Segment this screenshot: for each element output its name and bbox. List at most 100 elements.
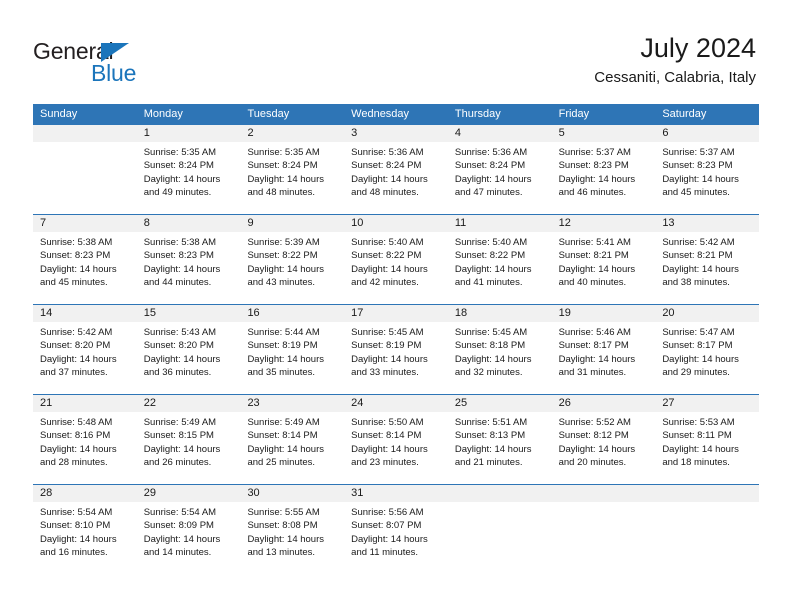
day-detail-line: and 45 minutes.	[662, 187, 730, 199]
day-cell[interactable]: 31 Sunrise: 5:56 AM Sunset: 8:07 PM Dayligh…	[344, 485, 448, 574]
day-detail-line: Sunrise: 5:47 AM	[662, 327, 735, 338]
day-details: Sunrise: 5:54 AM Sunset: 8:09 PM Daylight:…	[137, 502, 241, 560]
day-detail-line: Sunset: 8:16 PM	[40, 430, 111, 442]
day-details: Sunrise: 5:42 AM Sunset: 8:21 PM Daylight:…	[655, 232, 759, 290]
day-detail-line: Sunset: 8:07 PM	[351, 520, 422, 532]
day-cell[interactable]: 3 Sunrise: 5:36 AM Sunset: 8:24 PM Daylight…	[344, 125, 448, 214]
day-cell[interactable]: 2 Sunrise: 5:35 AM Sunset: 8:24 PM Daylight…	[240, 125, 345, 214]
day-detail-line: and 32 minutes.	[454, 367, 523, 379]
day-detail-line: Daylight: 14 hours	[143, 173, 221, 185]
day-detail-line: Sunrise: 5:48 AM	[40, 417, 113, 428]
day-detail-line: Sunset: 8:17 PM	[662, 340, 733, 352]
day-details	[33, 142, 137, 146]
day-cell[interactable]: 28 Sunrise: 5:54 AM Sunset: 8:10 PM Dayligh…	[33, 485, 137, 574]
day-cell[interactable]: 23 Sunrise: 5:49 AM Sunset: 8:14 PM Dayligh…	[240, 395, 345, 484]
day-cell[interactable]: 11 Sunrise: 5:40 AM Sunset: 8:22 PM Dayligh…	[447, 215, 552, 304]
day-detail-line: Sunset: 8:21 PM	[662, 250, 733, 262]
day-detail-line: and 18 minutes.	[662, 457, 730, 469]
page-subtitle: Cessaniti, Calabria, Italy	[594, 69, 756, 86]
day-detail-line: Sunrise: 5:37 AM	[662, 147, 735, 158]
day-detail-line: Sunrise: 5:40 AM	[351, 237, 424, 248]
day-details: Sunrise: 5:44 AM Sunset: 8:19 PM Daylight:…	[240, 322, 344, 380]
day-detail-line: Sunset: 8:23 PM	[662, 160, 733, 172]
day-detail-line: Sunset: 8:10 PM	[40, 520, 111, 532]
day-number: 11	[447, 215, 552, 232]
day-cell[interactable]: 4 Sunrise: 5:36 AM Sunset: 8:24 PM Daylight…	[447, 125, 552, 214]
day-number	[33, 125, 137, 142]
day-cell-empty	[447, 485, 552, 574]
weekday-header-friday: Friday	[558, 108, 590, 120]
day-cell[interactable]: 9 Sunrise: 5:39 AM Sunset: 8:22 PM Daylight…	[240, 215, 345, 304]
day-cell[interactable]: 1 Sunrise: 5:35 AM Sunset: 8:24 PM Daylight…	[136, 125, 241, 214]
day-details: Sunrise: 5:40 AM Sunset: 8:22 PM Daylight:…	[344, 232, 448, 290]
day-cell[interactable]: 14 Sunrise: 5:42 AM Sunset: 8:20 PM Dayligh…	[33, 305, 137, 394]
weekday-header-monday: Monday	[143, 108, 183, 120]
day-cell[interactable]: 16 Sunrise: 5:44 AM Sunset: 8:19 PM Dayligh…	[240, 305, 345, 394]
day-detail-line: and 14 minutes.	[143, 547, 212, 559]
day-cell[interactable]: 5 Sunrise: 5:37 AM Sunset: 8:23 PM Daylight…	[551, 125, 656, 214]
day-number	[655, 485, 760, 502]
day-detail-line: Daylight: 14 hours	[143, 263, 221, 275]
day-detail-line: and 48 minutes.	[247, 187, 316, 199]
day-cell[interactable]: 22 Sunrise: 5:49 AM Sunset: 8:15 PM Dayligh…	[136, 395, 241, 484]
day-detail-line: and 38 minutes.	[662, 277, 730, 289]
day-cell[interactable]: 7 Sunrise: 5:38 AM Sunset: 8:23 PM Daylight…	[33, 215, 137, 304]
day-cell[interactable]: 6 Sunrise: 5:37 AM Sunset: 8:23 PM Daylight…	[655, 125, 760, 214]
day-detail-line: Sunrise: 5:37 AM	[558, 147, 631, 158]
day-cell[interactable]: 15 Sunrise: 5:43 AM Sunset: 8:20 PM Dayligh…	[136, 305, 241, 394]
day-detail-line: Sunrise: 5:44 AM	[247, 327, 320, 338]
logo-text-blue: Blue	[91, 60, 137, 86]
day-detail-line: Daylight: 14 hours	[454, 353, 532, 365]
day-details: Sunrise: 5:41 AM Sunset: 8:21 PM Daylight:…	[552, 232, 656, 290]
day-number: 20	[655, 305, 760, 322]
day-cell[interactable]: 25 Sunrise: 5:51 AM Sunset: 8:13 PM Dayligh…	[447, 395, 552, 484]
weekday-header-row: Sunday Monday Tuesday Wednesday Thursday Frid…	[33, 104, 759, 125]
day-cell-empty	[33, 125, 137, 214]
day-number: 31	[344, 485, 448, 502]
general-blue-logo[interactable]: General Blue	[33, 38, 203, 86]
day-detail-line: Daylight: 14 hours	[351, 353, 428, 365]
day-detail-line: Sunrise: 5:35 AM	[247, 147, 320, 158]
day-detail-line: Daylight: 14 hours	[662, 263, 739, 275]
day-cell[interactable]: 18 Sunrise: 5:45 AM Sunset: 8:18 PM Dayligh…	[447, 305, 552, 394]
day-detail-line: Daylight: 14 hours	[454, 173, 532, 185]
day-cell[interactable]: 27 Sunrise: 5:53 AM Sunset: 8:11 PM Dayligh…	[655, 395, 760, 484]
day-cell[interactable]: 26 Sunrise: 5:52 AM Sunset: 8:12 PM Dayligh…	[551, 395, 656, 484]
day-details	[448, 502, 552, 506]
day-detail-line: Sunrise: 5:54 AM	[143, 507, 217, 518]
day-detail-line: Sunrise: 5:50 AM	[351, 417, 424, 428]
day-number: 4	[447, 125, 552, 142]
day-detail-line: Sunrise: 5:36 AM	[454, 147, 528, 158]
day-number: 7	[33, 215, 137, 232]
day-cell[interactable]: 21 Sunrise: 5:48 AM Sunset: 8:16 PM Dayligh…	[33, 395, 137, 484]
day-cell[interactable]: 30 Sunrise: 5:55 AM Sunset: 8:08 PM Dayligh…	[240, 485, 345, 574]
day-detail-line: Sunrise: 5:46 AM	[558, 327, 631, 338]
day-cell[interactable]: 24 Sunrise: 5:50 AM Sunset: 8:14 PM Dayligh…	[344, 395, 448, 484]
day-cell[interactable]: 29 Sunrise: 5:54 AM Sunset: 8:09 PM Dayligh…	[136, 485, 241, 574]
day-cell[interactable]: 12 Sunrise: 5:41 AM Sunset: 8:21 PM Dayligh…	[551, 215, 656, 304]
day-cell[interactable]: 17 Sunrise: 5:45 AM Sunset: 8:19 PM Dayligh…	[344, 305, 448, 394]
day-detail-line: Sunrise: 5:49 AM	[247, 417, 320, 428]
page-header: General Blue July 2024 Cessaniti, Calabr…	[0, 0, 792, 100]
day-detail-line: Sunset: 8:09 PM	[143, 520, 214, 532]
day-cell[interactable]: 10 Sunrise: 5:40 AM Sunset: 8:22 PM Dayligh…	[344, 215, 448, 304]
day-detail-line: Daylight: 14 hours	[662, 173, 739, 185]
day-detail-line: Daylight: 14 hours	[40, 443, 117, 455]
day-detail-line: Sunrise: 5:43 AM	[143, 327, 217, 338]
day-number: 24	[344, 395, 448, 412]
day-cell[interactable]: 8 Sunrise: 5:38 AM Sunset: 8:23 PM Daylight…	[136, 215, 241, 304]
day-details: Sunrise: 5:49 AM Sunset: 8:14 PM Daylight:…	[240, 412, 344, 470]
day-cell[interactable]: 20 Sunrise: 5:47 AM Sunset: 8:17 PM Dayligh…	[655, 305, 760, 394]
day-detail-line: and 20 minutes.	[558, 457, 627, 469]
day-number	[447, 485, 552, 502]
day-cell[interactable]: 19 Sunrise: 5:46 AM Sunset: 8:17 PM Dayligh…	[551, 305, 656, 394]
day-number: 28	[33, 485, 137, 502]
day-detail-line: Sunrise: 5:52 AM	[558, 417, 631, 428]
day-cell[interactable]: 13 Sunrise: 5:42 AM Sunset: 8:21 PM Dayligh…	[655, 215, 760, 304]
weekday-header-sunday: Sunday	[40, 108, 78, 120]
day-detail-line: Sunset: 8:19 PM	[247, 340, 318, 352]
day-details: Sunrise: 5:38 AM Sunset: 8:23 PM Daylight:…	[33, 232, 137, 290]
day-number: 10	[344, 215, 448, 232]
day-details: Sunrise: 5:38 AM Sunset: 8:23 PM Daylight:…	[137, 232, 241, 290]
day-detail-line: Sunrise: 5:40 AM	[454, 237, 528, 248]
